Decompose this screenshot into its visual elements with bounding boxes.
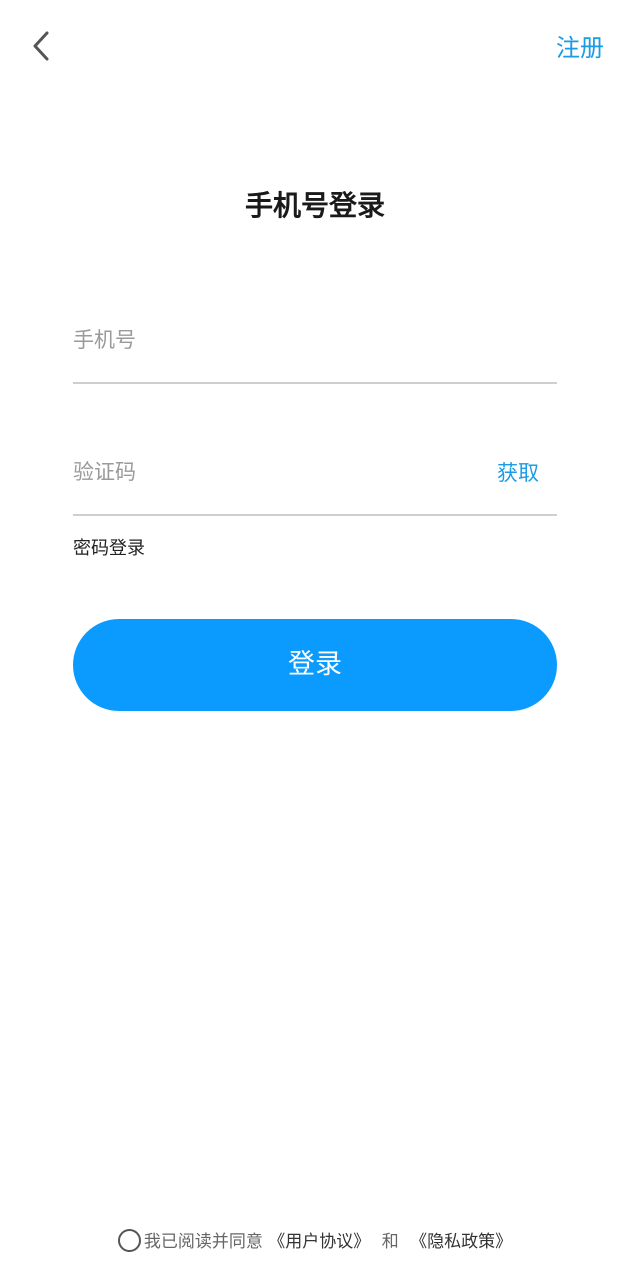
phone-field [73, 320, 557, 384]
page-title: 手机号登录 [244, 189, 385, 222]
privacy-policy-link[interactable]: 《隐私政策》 [410, 1232, 512, 1252]
back-button[interactable] [26, 26, 60, 66]
agreement-prefix: 我已阅读并同意 [143, 1232, 263, 1252]
phone-input[interactable] [73, 320, 473, 360]
verification-code-field: 获取 [73, 452, 557, 516]
chevron-left-icon [26, 26, 60, 66]
register-link[interactable]: 注册 [556, 32, 604, 64]
user-agreement-link[interactable]: 《用户协议》 [268, 1232, 370, 1252]
agreement-checkbox[interactable] [117, 1229, 141, 1252]
verification-code-input[interactable] [73, 452, 473, 492]
login-button[interactable]: 登录 [73, 619, 557, 711]
agreement-conjunction: 和 [381, 1232, 399, 1252]
get-code-button[interactable]: 获取 [497, 458, 539, 488]
agreement-row: 我已阅读并同意 《用户协议》 和 《隐私政策》 [0, 1228, 630, 1256]
password-login-link[interactable]: 密码登录 [73, 536, 145, 562]
